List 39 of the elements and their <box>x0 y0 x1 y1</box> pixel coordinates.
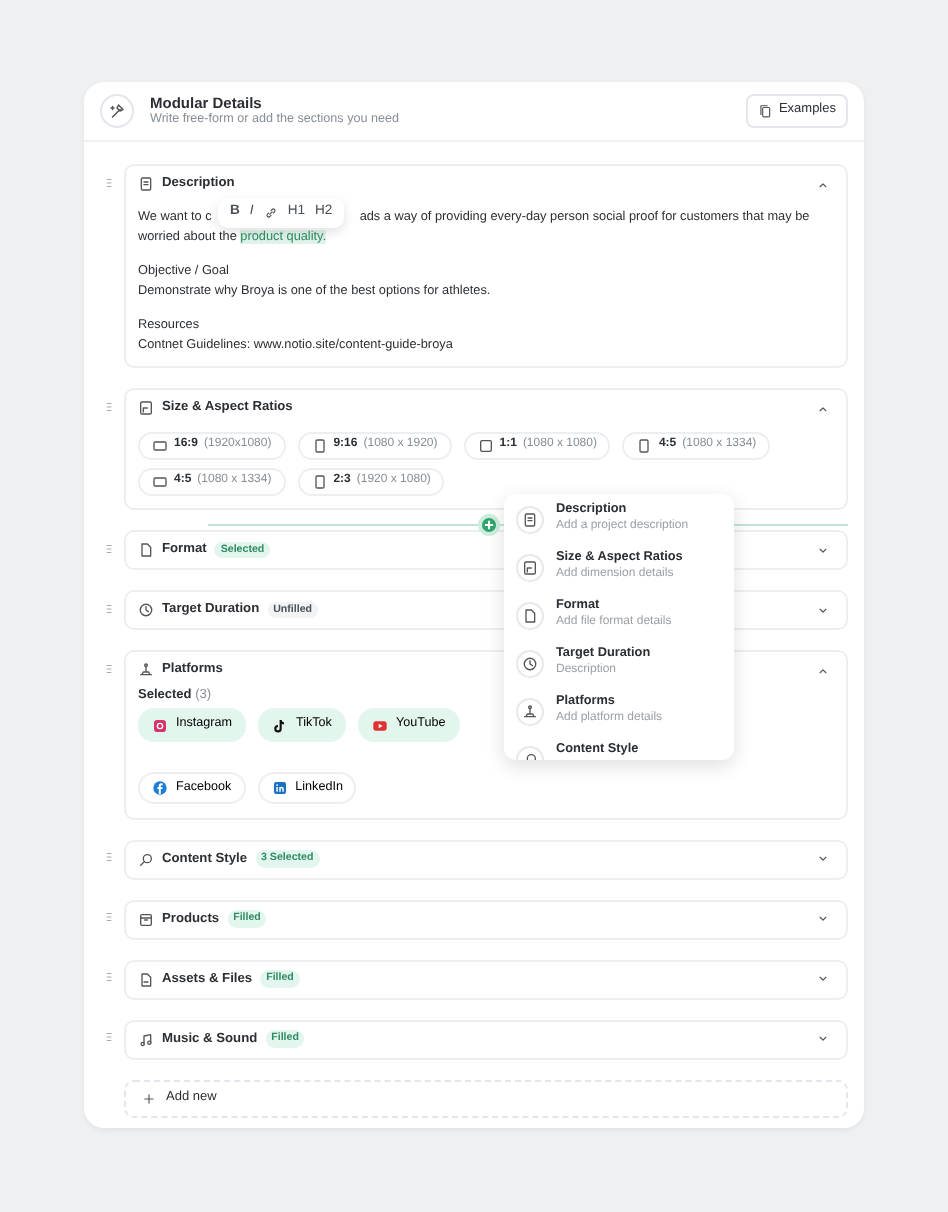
drag-handle-icon <box>101 661 115 675</box>
resize-icon <box>138 400 154 416</box>
landscape-icon <box>152 438 168 454</box>
copy-icon <box>758 104 773 118</box>
joystick-icon <box>522 704 538 720</box>
file-icon <box>522 608 538 624</box>
clock-icon <box>138 602 154 618</box>
drag-handle-icon <box>101 601 115 615</box>
drag-handle-icon <box>101 399 115 413</box>
box-icon <box>138 911 154 928</box>
add-section-button[interactable] <box>478 514 500 536</box>
portrait-icon <box>636 438 653 454</box>
resize-icon <box>522 560 538 576</box>
drag-handle-icon <box>101 541 115 555</box>
clock-icon <box>522 656 538 672</box>
drag-handle-icon <box>101 850 115 865</box>
portrait-icon <box>311 438 328 454</box>
instagram-icon <box>152 717 168 734</box>
file-icon <box>138 971 154 988</box>
plus-icon <box>142 1091 156 1106</box>
play-icon <box>371 717 388 734</box>
plus-icon <box>484 520 494 530</box>
music-note-icon <box>272 717 288 734</box>
drag-handle-icon <box>101 970 115 985</box>
drag-handle-icon <box>101 175 115 189</box>
drag-handle-icon <box>101 1030 115 1045</box>
drag-handle-icon <box>101 910 115 925</box>
document-icon <box>522 512 538 528</box>
linkedin-icon <box>271 779 288 796</box>
link-icon <box>263 206 278 220</box>
document-icon <box>138 176 154 192</box>
music-icon <box>138 1031 154 1048</box>
file-icon <box>138 542 154 558</box>
joystick-icon <box>138 662 154 678</box>
facebook-icon <box>152 779 168 796</box>
landscape-icon <box>152 474 168 490</box>
tool-icon <box>100 94 134 128</box>
portrait-icon <box>311 474 328 490</box>
square-icon <box>477 438 494 454</box>
